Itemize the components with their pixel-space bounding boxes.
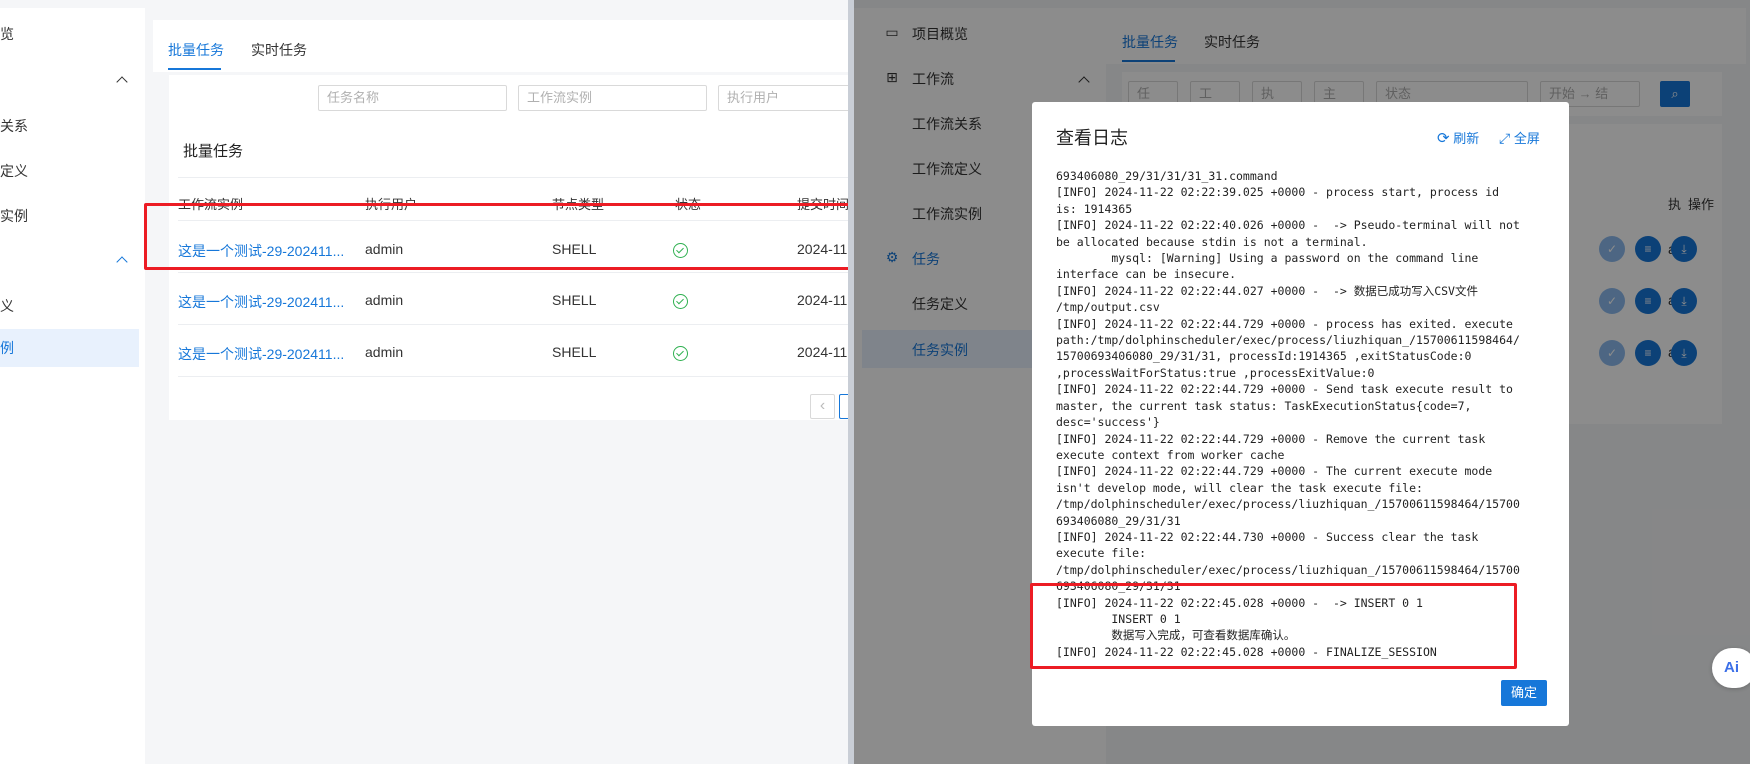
chevron-up-icon[interactable]: [116, 256, 128, 268]
fullscreen-icon: ⤢: [1499, 130, 1511, 146]
confirm-button[interactable]: 确定: [1501, 680, 1547, 706]
sidebar-item-overview[interactable]: 览: [0, 24, 14, 44]
executor-cell: admin: [365, 292, 404, 308]
modal-title: 查看日志: [1056, 128, 1128, 148]
log-line: interface can be insecure.: [1056, 267, 1237, 282]
log-line: [INFO] 2024-11-22 02:22:44.729 +0000 - S…: [1056, 382, 1513, 397]
batch-task-card: 批量任务 工作流实例 执行用户 节点类型 状态 提交时间 这是一个测试-29-2…: [169, 124, 848, 420]
sidebar-item-label: 例: [0, 340, 14, 356]
log-line: [INFO] 2024-11-22 02:22:39.025 +0000 - p…: [1056, 185, 1500, 200]
log-line: master, the current task status: TaskExe…: [1056, 398, 1472, 413]
screenshot-root: 览 关系 定义 实例 义 例 批量任务 实时任务 任务名称 工作流实例 执行用户…: [0, 0, 1750, 764]
log-line: 693406080_29/31/31: [1056, 513, 1181, 528]
ai-assistant-icon[interactable]: Ai: [1712, 648, 1750, 688]
tab-batch-task[interactable]: 批量任务: [168, 40, 224, 60]
sidebar-item-label: 览: [0, 26, 14, 42]
left-window: 览 关系 定义 实例 义 例 批量任务 实时任务 任务名称 工作流实例 执行用户…: [0, 0, 848, 764]
sidebar-item-label: 关系: [0, 118, 28, 134]
highlight-box: [1030, 583, 1517, 669]
log-line: ,processWaitForStatus:true ,processExitV…: [1056, 365, 1375, 380]
log-line: path:/tmp/dolphinscheduler/exec/process/…: [1056, 333, 1520, 348]
node-type-cell: SHELL: [552, 292, 597, 308]
divider: [178, 324, 848, 325]
submit-time-cell: 2024-11-2: [797, 292, 848, 308]
log-line: /tmp/dolphinscheduler/exec/process/liuzh…: [1056, 562, 1520, 577]
divider: [178, 376, 848, 377]
refresh-button[interactable]: ⟳ 刷新: [1437, 128, 1479, 147]
pagination-prev-button[interactable]: ‹: [810, 394, 835, 419]
sidebar-item-label: 定义: [0, 163, 28, 179]
success-check-icon: [673, 346, 688, 361]
sidebar-item-label: 义: [0, 298, 14, 314]
log-line: [INFO] 2024-11-22 02:22:40.026 +0000 - -…: [1056, 218, 1520, 233]
sidebar-item-task-definition[interactable]: 义: [0, 296, 14, 316]
refresh-label: 刷新: [1453, 131, 1480, 146]
log-line: [INFO] 2024-11-22 02:22:44.730 +0000 - S…: [1056, 529, 1479, 544]
left-sidebar: 览 关系 定义 实例 义 例: [0, 8, 145, 764]
sidebar-item-workflow-instance[interactable]: 实例: [0, 206, 28, 226]
left-main-content: 批量任务 实时任务 任务名称 工作流实例 执行用户 批量任务 工作流实例 执行用…: [145, 8, 848, 764]
log-line: desc='success'}: [1056, 415, 1160, 430]
log-line: /tmp/output.csv: [1056, 300, 1160, 315]
log-line: /tmp/dolphinscheduler/exec/process/liuzh…: [1056, 497, 1520, 512]
sidebar-item-task-instance[interactable]: 例: [0, 329, 139, 367]
highlight-box: [144, 203, 848, 270]
log-line: [INFO] 2024-11-22 02:22:44.729 +0000 - R…: [1056, 431, 1486, 446]
sidebar-item-label: 实例: [0, 208, 28, 224]
card-title: 批量任务: [183, 143, 244, 160]
executor-cell: admin: [365, 344, 404, 360]
divider: [178, 177, 848, 178]
log-line: execute context from worker cache: [1056, 447, 1285, 462]
log-line: [INFO] 2024-11-22 02:22:44.027 +0000 - -…: [1056, 283, 1478, 298]
log-line: [INFO] 2024-11-22 02:22:44.729 +0000 - T…: [1056, 464, 1493, 479]
task-name-input[interactable]: 任务名称: [318, 85, 507, 111]
fullscreen-label: 全屏: [1513, 131, 1540, 146]
tab-active-indicator: [168, 68, 221, 70]
log-line: isn't develop mode, will clear the task …: [1056, 480, 1423, 495]
sidebar-item-workflow-definition[interactable]: 定义: [0, 161, 28, 181]
instance-link[interactable]: 这是一个测试-29-202411...: [178, 344, 344, 364]
success-check-icon: [673, 294, 688, 309]
instance-link[interactable]: 这是一个测试-29-202411...: [178, 292, 344, 312]
log-line: execute file:: [1056, 546, 1147, 561]
tab-bar: 批量任务 实时任务: [153, 20, 848, 72]
fullscreen-button[interactable]: ⤢ 全屏: [1499, 128, 1540, 147]
log-line: [INFO] 2024-11-22 02:22:44.729 +0000 - p…: [1056, 316, 1513, 331]
divider: [178, 272, 848, 273]
workflow-instance-input[interactable]: 工作流实例: [518, 85, 707, 111]
filter-bar: 任务名称 工作流实例 执行用户: [169, 75, 848, 125]
node-type-cell: SHELL: [552, 344, 597, 360]
log-line: be allocated because stdin is not a term…: [1056, 234, 1368, 249]
chevron-up-icon[interactable]: [116, 76, 128, 88]
log-line: 15700693406080_29/31/31, processId:19143…: [1056, 349, 1472, 364]
log-line: is: 1914365: [1056, 201, 1133, 216]
tab-realtime-task[interactable]: 实时任务: [251, 40, 307, 60]
executor-input[interactable]: 执行用户: [718, 85, 848, 111]
pagination-page-button[interactable]: [839, 394, 848, 419]
log-line: 693406080_29/31/31/31_31.command: [1056, 169, 1278, 183]
log-line: mysql: [Warning] Using a password on the…: [1056, 251, 1479, 266]
sidebar-item-workflow-relation[interactable]: 关系: [0, 116, 28, 136]
submit-time-cell: 2024-11-2: [797, 344, 848, 360]
refresh-icon: ⟳: [1437, 130, 1450, 147]
